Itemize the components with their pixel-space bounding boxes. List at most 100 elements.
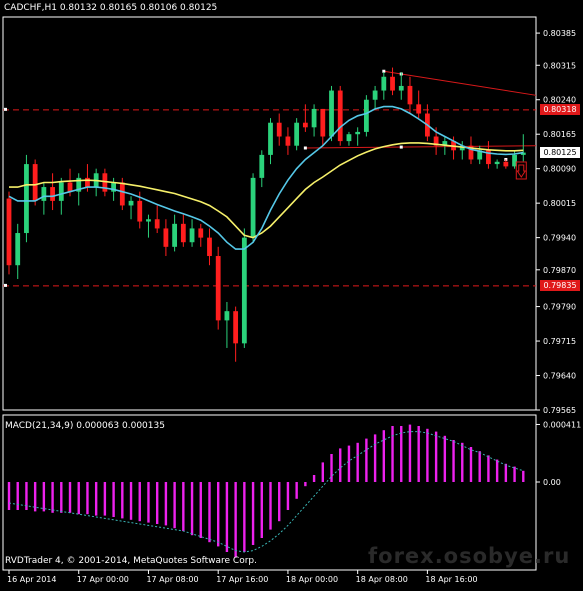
macd-histogram-bar [443, 435, 447, 482]
candle-body [189, 228, 195, 243]
macd-histogram-bar [522, 470, 525, 482]
macd-histogram-bar [304, 482, 307, 487]
candle-body [268, 122, 273, 155]
macd-histogram-bar [173, 482, 176, 529]
upper-level-price-tag: 0.80318 [540, 104, 580, 116]
macd-histogram-bar [182, 482, 185, 531]
time-axis-label: 18 Apr 16:00 [425, 575, 477, 584]
level-anchor-point[interactable] [4, 283, 7, 287]
macd-histogram-bar [269, 482, 272, 530]
time-axis-label: 17 Apr 16:00 [216, 575, 268, 584]
candle-body [276, 122, 282, 137]
macd-histogram-bar [295, 482, 298, 499]
candle-body [146, 219, 151, 222]
candle-body [207, 237, 212, 257]
candle-body [180, 223, 186, 243]
chart-symbol-title: CADCHF,H1 0.80132 0.80165 0.80106 0.8012… [4, 3, 218, 13]
candle-body [85, 177, 90, 188]
price-axis-label: 0.80315 [543, 61, 576, 70]
lower-level-price-tag: 0.79835 [540, 280, 580, 292]
macd-histogram-bar [339, 448, 342, 482]
candle-body [67, 182, 73, 192]
price-axis-label: 0.80385 [543, 29, 576, 38]
price-axis-label: 0.79940 [543, 234, 576, 243]
candle-body [407, 85, 413, 105]
candle-body [329, 90, 334, 137]
macd-histogram-bar [382, 430, 386, 482]
macd-histogram-bar [16, 482, 19, 510]
macd-histogram-bar [121, 482, 124, 519]
macd-histogram-bar [208, 482, 211, 543]
candle-body [346, 134, 352, 142]
candle-body [337, 90, 343, 142]
macd-histogram-bar [190, 482, 194, 536]
candle-body [294, 122, 300, 146]
chart-canvas[interactable]: 0.803850.803150.802400.801650.800900.800… [0, 0, 583, 587]
macd-histogram-bar [434, 431, 438, 482]
candle-body [24, 164, 29, 234]
macd-histogram-bar [60, 482, 63, 513]
macd-histogram-bar [469, 447, 473, 482]
current-price-tag: 0.80125 [540, 147, 580, 159]
copyright-text: RVDTrader 4, © 2001-2014, MetaQuotes Sof… [5, 556, 257, 566]
macd-histogram-bar [391, 426, 394, 482]
macd-histogram-bar [234, 482, 237, 558]
candle-body [259, 154, 265, 178]
price-axis-label: 0.79640 [543, 372, 576, 381]
macd-histogram-bar [138, 482, 141, 522]
macd-histogram-bar [225, 482, 229, 552]
candle-body [355, 131, 361, 135]
macd-histogram-bar [129, 482, 133, 520]
macd-histogram-bar [68, 482, 72, 513]
trendline-anchor-point[interactable] [303, 146, 307, 150]
candle-body [320, 108, 326, 137]
candle-body [398, 85, 404, 91]
macd-histogram-bar [417, 426, 420, 482]
candle-body [6, 198, 12, 266]
watermark-text: forex.osobye.ru [368, 544, 571, 568]
candle-body [198, 228, 204, 238]
macd-axis-label: 0.000411 [543, 420, 581, 429]
macd-histogram-bar [77, 482, 80, 515]
macd-histogram-bar [400, 426, 403, 482]
price-axis-label: 0.79790 [543, 303, 576, 312]
price-axis-label: 0.79565 [543, 406, 576, 415]
macd-histogram-bar [86, 482, 89, 515]
candle-body [390, 76, 395, 91]
level-anchor-point[interactable] [4, 107, 7, 111]
time-axis-label: 16 Apr 2014 [7, 575, 56, 584]
price-axis-label: 0.79870 [543, 266, 576, 275]
macd-histogram-bar [164, 482, 168, 526]
candle-body [494, 161, 500, 165]
macd-histogram-bar [504, 463, 508, 482]
macd-histogram-bar [487, 455, 490, 482]
macd-histogram-bar [217, 482, 220, 547]
candle-body [381, 76, 387, 91]
macd-axis-label: 0.00 [543, 478, 561, 487]
price-axis-label: 0.80090 [543, 165, 576, 174]
price-axis-label: 0.80015 [543, 199, 576, 208]
trendline-anchor-point[interactable] [399, 145, 403, 149]
candle-body [250, 177, 256, 238]
candle-body [215, 256, 221, 321]
macd-histogram-bar [321, 462, 324, 482]
candle-body [50, 187, 55, 201]
macd-histogram-bar [286, 482, 290, 510]
macd-histogram-bar [94, 482, 98, 516]
time-axis-label: 18 Apr 00:00 [286, 575, 338, 584]
candle-body [285, 136, 291, 146]
time-axis-label: 17 Apr 08:00 [146, 575, 198, 584]
candle-body [241, 237, 247, 344]
macd-histogram-bar [260, 482, 263, 538]
macd-histogram-bar [251, 482, 255, 545]
macd-histogram-bar [112, 482, 115, 517]
price-axis-label: 0.80165 [543, 130, 576, 139]
candle-body [154, 219, 160, 229]
macd-histogram-bar [452, 440, 455, 482]
candle-body [503, 161, 509, 167]
candle-body [372, 90, 378, 100]
candle-body [128, 200, 134, 206]
candle-body [363, 99, 369, 132]
macd-histogram-bar [278, 482, 281, 522]
candle-body [163, 228, 169, 247]
